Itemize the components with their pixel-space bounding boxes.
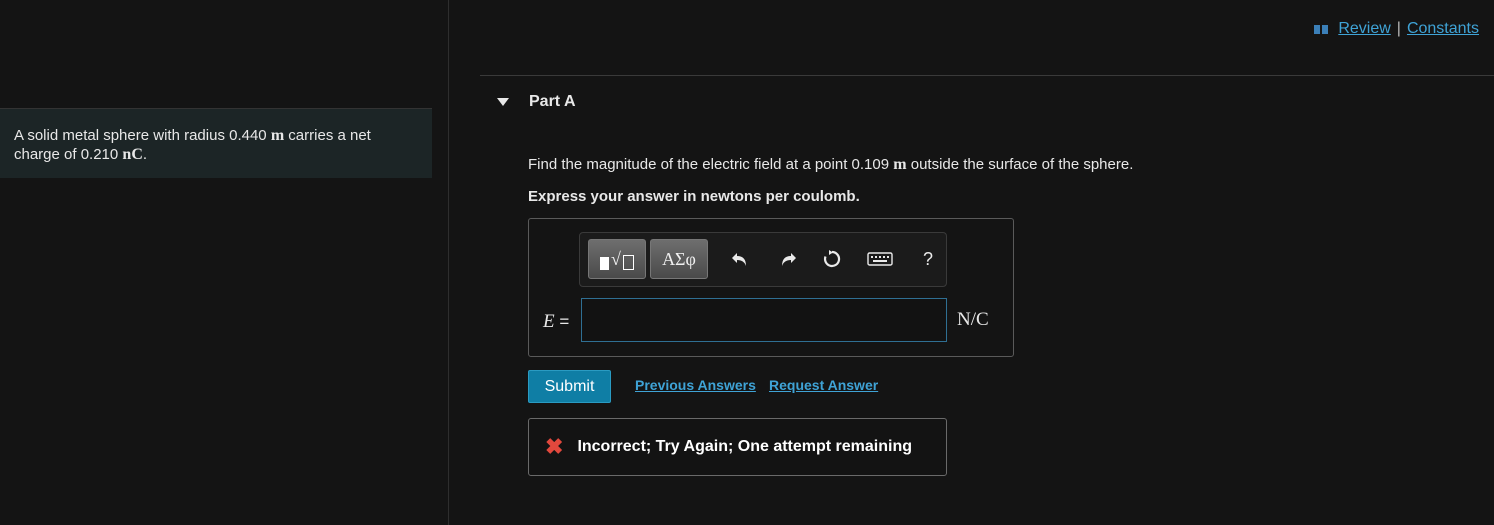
review-link[interactable]: Review	[1338, 20, 1390, 38]
feedback-box: ✖ Incorrect; Try Again; One attempt rema…	[528, 418, 947, 476]
top-links: Review | Constants	[1314, 20, 1479, 38]
book-icon	[1314, 24, 1329, 34]
help-icon[interactable]: ?	[916, 247, 940, 271]
reset-icon[interactable]	[820, 247, 844, 271]
feedback-text: Incorrect; Try Again; One attempt remain…	[577, 438, 913, 455]
distance-unit: m	[893, 156, 907, 173]
question-part: Find the magnitude of the electric field…	[528, 156, 894, 173]
greek-symbols-button[interactable]: ΑΣφ	[650, 239, 708, 279]
templates-icon: √	[600, 249, 634, 270]
close-x-icon: ✖	[545, 434, 564, 459]
part-title: Part A	[529, 93, 576, 110]
request-answer-link[interactable]: Request Answer	[769, 377, 878, 393]
problem-text: .	[142, 146, 148, 163]
keyboard-icon[interactable]	[866, 247, 894, 271]
problem-text: A solid metal sphere with radius 0.440	[14, 127, 271, 144]
divider	[480, 75, 1494, 76]
variable-symbol: E	[543, 311, 555, 332]
left-pane: A solid metal sphere with radius 0.440 m…	[0, 0, 449, 525]
constants-link[interactable]: Constants	[1407, 20, 1479, 38]
equals-sign: =	[559, 312, 570, 331]
redo-icon[interactable]	[776, 247, 800, 271]
instruction-text: Express your answer in newtons per coulo…	[528, 188, 860, 205]
answer-label: E =	[543, 311, 569, 333]
separator: |	[1396, 20, 1401, 37]
unit-label: N/C	[957, 309, 989, 330]
previous-answers-link[interactable]: Previous Answers	[635, 377, 756, 393]
undo-icon[interactable]	[728, 247, 752, 271]
answer-box: √ ΑΣφ ? E = N/C	[528, 218, 1014, 357]
question-part: outside the surface of the sphere.	[906, 156, 1134, 173]
submit-button[interactable]: Submit	[528, 370, 611, 403]
question-text: Find the magnitude of the electric field…	[528, 156, 1133, 174]
problem-statement: A solid metal sphere with radius 0.440 m…	[0, 108, 432, 178]
part-header[interactable]: Part A	[497, 93, 576, 111]
caret-down-icon[interactable]	[497, 98, 509, 106]
radius-unit: m	[270, 127, 285, 144]
charge-unit: nC	[122, 146, 143, 163]
templates-button[interactable]: √	[588, 239, 646, 279]
math-toolbar: √ ΑΣφ ?	[579, 232, 947, 287]
answer-input[interactable]	[581, 298, 947, 342]
